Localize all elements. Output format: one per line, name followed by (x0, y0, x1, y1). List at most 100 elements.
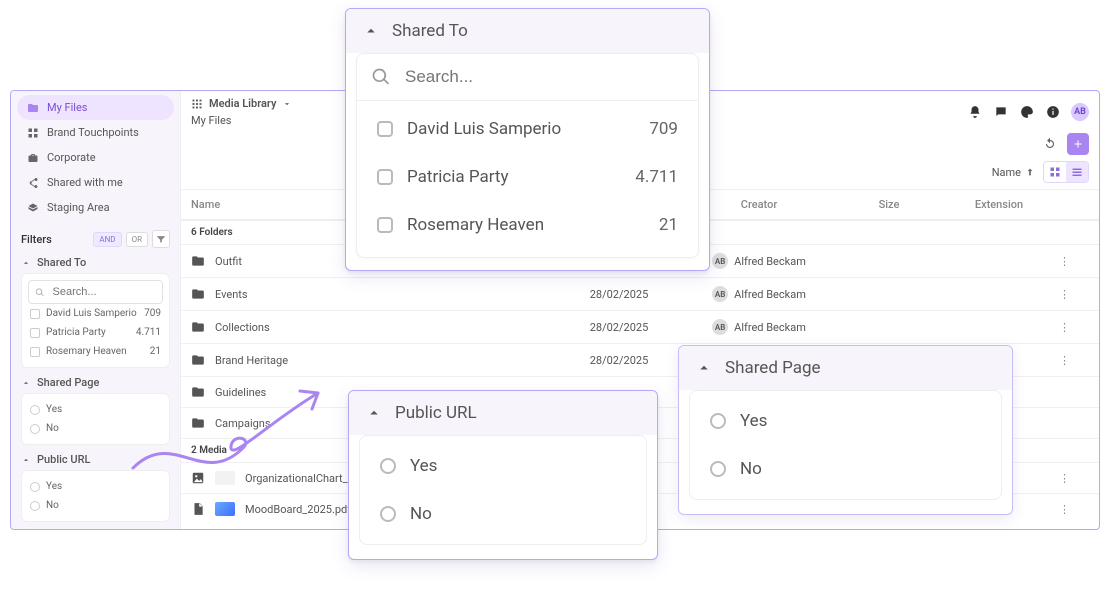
radio-icon (30, 501, 40, 511)
shared-page-option-yes[interactable]: Yes (28, 400, 163, 419)
filters-header: Filters AND OR (17, 230, 174, 248)
popover-option-no[interactable]: No (374, 490, 632, 538)
folder-icon (191, 353, 205, 367)
popover-option-yes[interactable]: Yes (374, 442, 632, 490)
row-menu-button[interactable]: ⋮ (1059, 503, 1089, 516)
folder-icon (191, 320, 205, 334)
info-icon[interactable] (1045, 104, 1061, 120)
creator-avatar: AB (712, 286, 728, 302)
nav-staging-area[interactable]: Staging Area (17, 195, 174, 220)
media-thumbnail (215, 502, 235, 516)
checkbox-icon (30, 309, 40, 319)
image-icon (191, 471, 205, 485)
popover-option-yes[interactable]: Yes (704, 397, 987, 445)
radio-icon (30, 482, 40, 492)
popover-option-no[interactable]: No (704, 445, 987, 493)
popover-shared-page: Shared Page Yes No (678, 345, 1013, 515)
row-menu-button[interactable]: ⋮ (1059, 354, 1089, 367)
shared-to-search-mini[interactable] (28, 280, 163, 304)
chevron-down-icon (282, 99, 292, 109)
file-icon (191, 502, 205, 516)
chevron-up-icon (21, 455, 31, 465)
logic-or-pill[interactable]: OR (126, 232, 148, 247)
chevron-up-icon (695, 359, 713, 377)
user-avatar[interactable]: AB (1071, 103, 1089, 121)
shared-to-search-input[interactable] (51, 285, 156, 299)
popover-header[interactable]: Shared To (346, 9, 709, 53)
filter-public-url: Public URL Yes No (17, 453, 174, 522)
chevron-up-icon (21, 258, 31, 268)
nav-shared-with-me[interactable]: Shared with me (17, 170, 174, 195)
checkbox-icon (377, 121, 393, 137)
arrow-up-icon (1025, 167, 1035, 177)
shared-to-option[interactable]: Patricia Party 4.711 (28, 323, 163, 342)
filters-title: Filters (21, 233, 52, 246)
chevron-up-icon (362, 22, 380, 40)
filter-shared-page: Shared Page Yes No (17, 376, 174, 445)
shared-page-option-no[interactable]: No (28, 419, 163, 438)
row-menu-button[interactable]: ⋮ (1059, 472, 1089, 485)
public-url-option-yes[interactable]: Yes (28, 477, 163, 496)
popover-search-input[interactable] (403, 66, 684, 88)
media-thumbnail (215, 471, 235, 485)
col-size[interactable]: Size (839, 198, 939, 211)
row-menu-button[interactable]: ⋮ (1059, 255, 1089, 268)
sidebar: My Files Brand Touchpoints Corporate Sha… (11, 91, 181, 529)
row-menu-button[interactable]: ⋮ (1059, 321, 1089, 334)
palette-icon[interactable] (1019, 104, 1035, 120)
radio-icon (380, 506, 396, 522)
popover-option[interactable]: David Luis Samperio 709 (371, 105, 684, 153)
notifications-icon[interactable] (967, 104, 983, 120)
list-view-button[interactable] (1066, 162, 1088, 182)
folder-icon (191, 416, 205, 430)
shared-to-option[interactable]: Rosemary Heaven 21 (28, 342, 163, 361)
nav-corporate[interactable]: Corporate (17, 145, 174, 170)
folder-icon (191, 385, 205, 399)
filter-settings-button[interactable] (152, 230, 170, 248)
popover-header[interactable]: Public URL (349, 391, 657, 435)
popover-option[interactable]: Patricia Party 4.711 (371, 153, 684, 201)
briefcase-icon (27, 152, 39, 164)
chevron-up-icon (365, 404, 383, 422)
folder-icon (27, 102, 39, 114)
popover-option[interactable]: Rosemary Heaven 21 (371, 201, 684, 249)
layers-icon (27, 202, 39, 214)
filter-shared-page-header[interactable]: Shared Page (21, 376, 170, 389)
table-row[interactable]: Collections 28/02/2025 ABAlfred Beckam ⋮ (181, 310, 1099, 343)
chat-icon[interactable] (993, 104, 1009, 120)
radio-icon (30, 405, 40, 415)
popover-shared-to: Shared To David Luis Samperio 709 Patric… (345, 8, 710, 271)
popover-public-url: Public URL Yes No (348, 390, 658, 560)
nav-label: Shared with me (47, 176, 123, 189)
apps-icon (191, 98, 203, 110)
logic-and-pill[interactable]: AND (93, 232, 121, 247)
popover-search[interactable] (357, 54, 698, 101)
nav-label: Staging Area (47, 201, 110, 214)
table-row[interactable]: Events 28/02/2025 ABAlfred Beckam ⋮ (181, 277, 1099, 310)
row-menu-button[interactable]: ⋮ (1059, 288, 1089, 301)
folder-icon (191, 254, 205, 268)
filter-public-url-header[interactable]: Public URL (21, 453, 170, 466)
nav-my-files[interactable]: My Files (17, 95, 174, 120)
nav-brand-touchpoints[interactable]: Brand Touchpoints (17, 120, 174, 145)
grid-view-button[interactable] (1044, 162, 1066, 182)
col-extension[interactable]: Extension (939, 198, 1059, 211)
location-selector[interactable]: Media Library (191, 97, 292, 110)
sort-control[interactable]: Name (992, 166, 1035, 179)
shared-to-option[interactable]: David Luis Samperio 709 (28, 304, 163, 323)
nav-label: Brand Touchpoints (47, 126, 139, 139)
nav-label: Corporate (47, 151, 96, 164)
filter-shared-to: Shared To David Luis Samperio 709 Patric… (17, 256, 174, 368)
checkbox-icon (377, 217, 393, 233)
popover-header[interactable]: Shared Page (679, 346, 1012, 390)
refresh-button[interactable] (1041, 135, 1059, 153)
breadcrumb[interactable]: My Files (191, 114, 292, 127)
folder-icon (191, 287, 205, 301)
public-url-option-no[interactable]: No (28, 496, 163, 515)
chevron-up-icon (21, 378, 31, 388)
add-button[interactable] (1067, 133, 1089, 155)
search-icon (371, 67, 391, 87)
radio-icon (710, 413, 726, 429)
creator-avatar: AB (712, 253, 728, 269)
filter-shared-to-header[interactable]: Shared To (21, 256, 170, 269)
